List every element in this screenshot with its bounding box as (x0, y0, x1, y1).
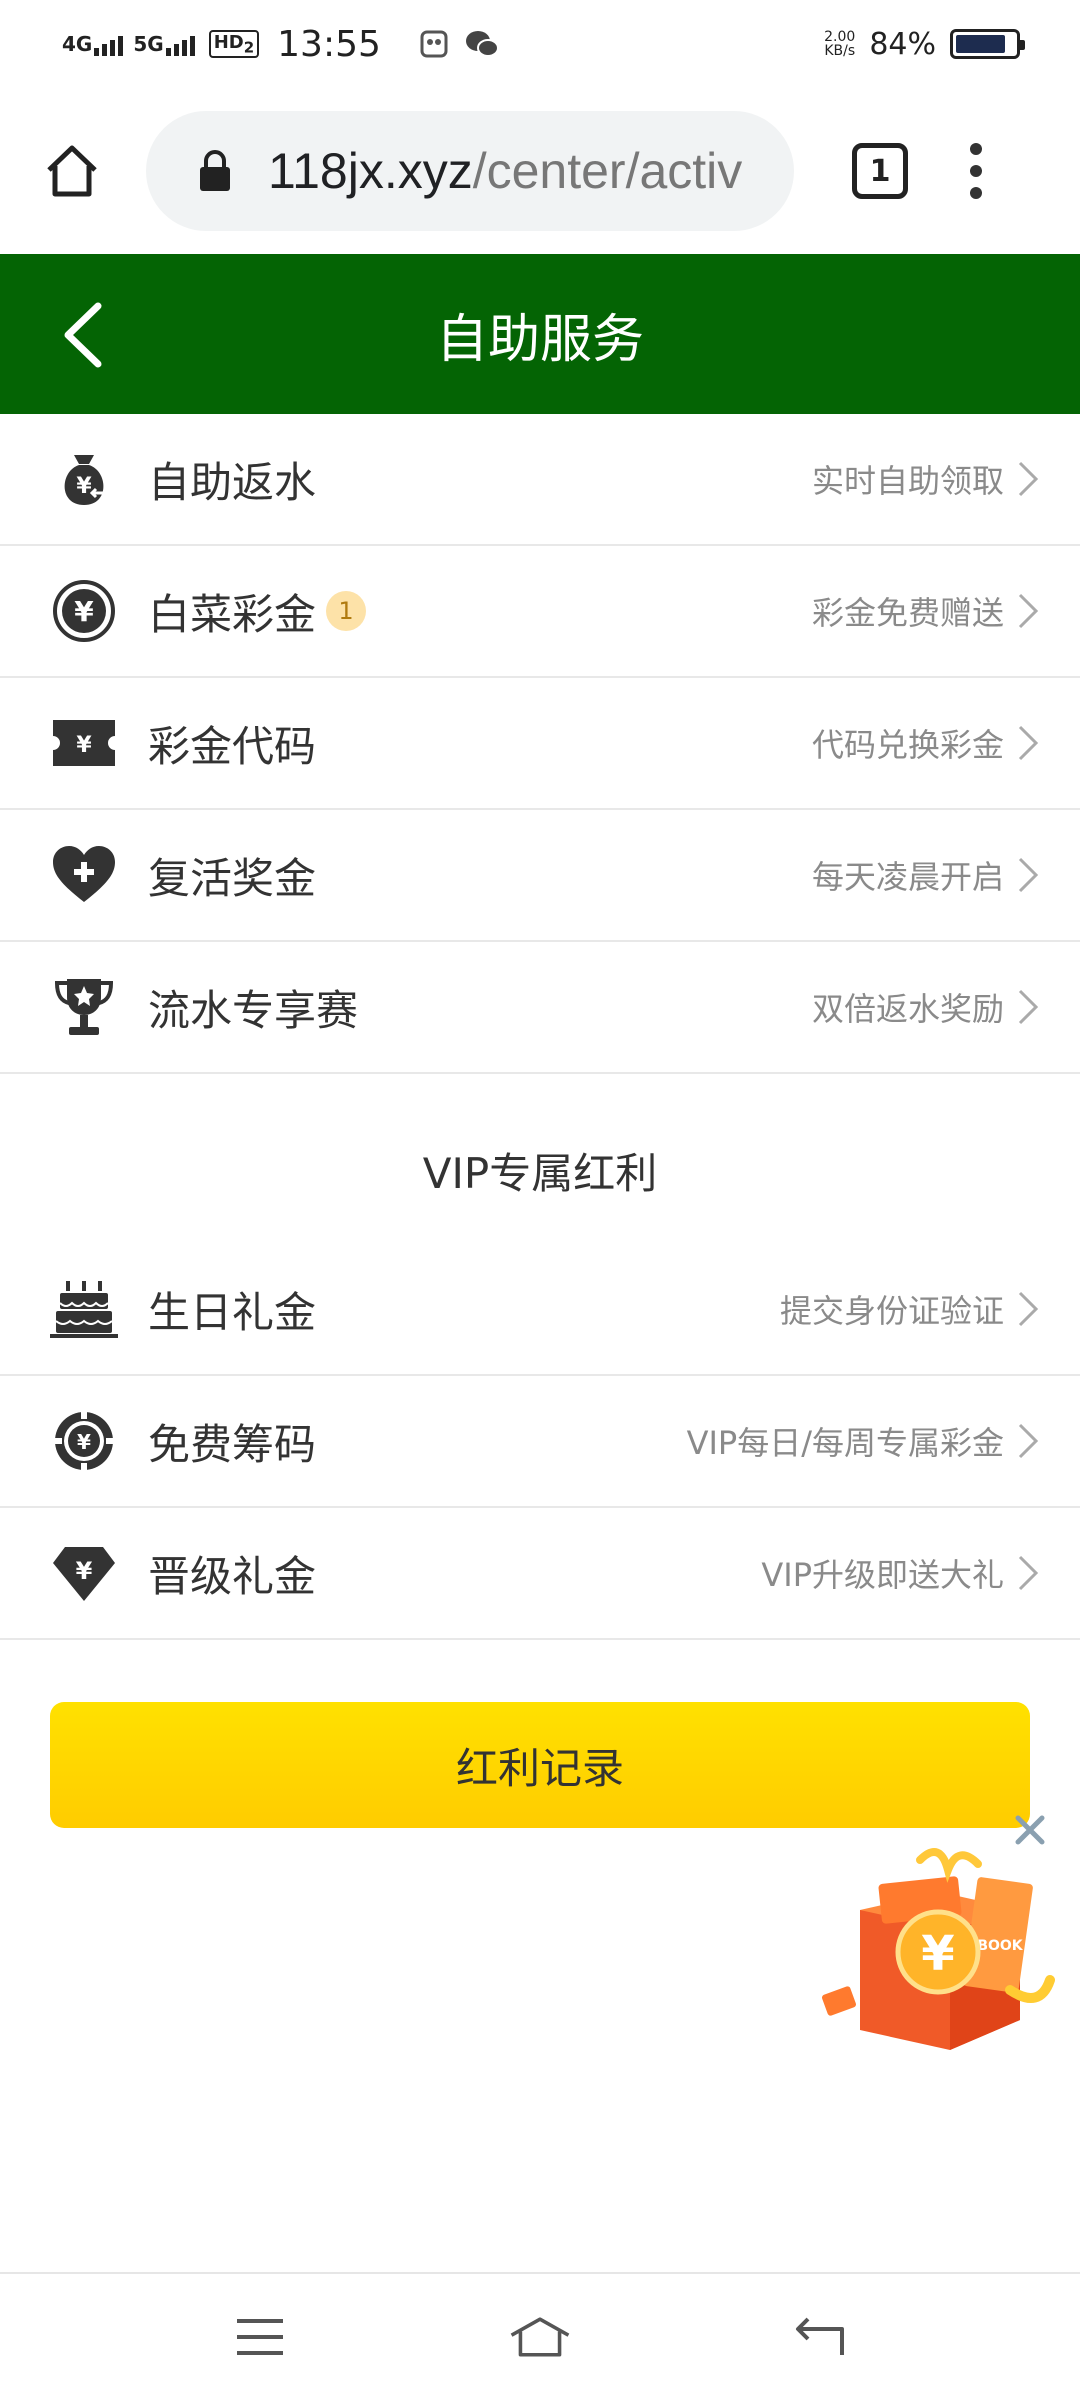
network-type-label: 4G (62, 32, 93, 56)
chevron-right-icon (1018, 1291, 1039, 1327)
ticket-yen-icon: ¥ (48, 707, 120, 779)
chevron-right-icon (1018, 1555, 1039, 1591)
service-label: 自助返水 (148, 457, 317, 507)
hd-voice-icon: HD2 (208, 29, 260, 59)
gift-yen-label: ¥ (921, 1926, 954, 1982)
money-bag-icon: ¥ (48, 443, 120, 515)
service-hint: 实时自助领取 (811, 462, 1004, 500)
service-list: ¥ 自助返水 实时自助领取 ¥ 白菜彩金 1 彩金免费赠送 ¥ 彩金代码 代码兑… (0, 414, 1080, 1640)
service-item-tournament[interactable]: 流水专享赛 双倍返水奖励 (0, 942, 1080, 1074)
browser-home-button[interactable] (40, 139, 104, 203)
svg-text:¥: ¥ (76, 474, 92, 499)
service-hint: 双倍返水奖励 (811, 990, 1004, 1028)
speed-unit: KB/s (824, 43, 856, 59)
recent-apps-button[interactable] (228, 2309, 292, 2365)
chevron-right-icon (1018, 461, 1039, 497)
browser-menu-button[interactable] (970, 143, 982, 199)
chip-yen-icon: ¥ (48, 1405, 120, 1477)
vip-label: 生日礼金 (148, 1287, 317, 1337)
service-item-revive[interactable]: 复活奖金 每天凌晨开启 (0, 810, 1080, 942)
vip-hint: VIP升级即送大礼 (761, 1556, 1004, 1594)
menu-icon (237, 2319, 283, 2355)
status-bar: 4G 5G HD2 13:55 2.00 KB/s 84% (0, 0, 1080, 88)
app-notification-icon (420, 30, 448, 58)
speed-value: 2.00 (824, 29, 856, 45)
vip-label: 免费筹码 (148, 1419, 317, 1469)
signal-bars-icon (94, 32, 124, 56)
vip-item-birthday[interactable]: 生日礼金 提交身份证验证 (0, 1244, 1080, 1376)
url-text: 118jx.xyz/center/activ (268, 142, 742, 200)
chevron-right-icon (1018, 989, 1039, 1025)
signal-bars-icon (165, 32, 195, 56)
chevron-right-icon (1018, 725, 1039, 761)
vip-item-free-chips[interactable]: ¥ 免费筹码 VIP每日/每周专属彩金 (0, 1376, 1080, 1508)
page-header: 自助服务 (0, 254, 1080, 414)
svg-text:¥: ¥ (76, 1557, 93, 1585)
page-title: 自助服务 (435, 309, 644, 370)
chevron-right-icon (1018, 1423, 1039, 1459)
network-type-label: 5G (133, 32, 164, 56)
hd-label: HD (213, 31, 244, 53)
home-nav-button[interactable] (508, 2309, 572, 2365)
vip-list: 生日礼金 提交身份证验证 ¥ 免费筹码 VIP每日/每周专属彩金 ¥ 晋级礼金 … (0, 1244, 1080, 1640)
battery-percent: 84% (869, 26, 936, 62)
service-item-rebate[interactable]: ¥ 自助返水 实时自助领取 (0, 414, 1080, 546)
vip-section-title: VIP专属红利 (422, 1148, 658, 1198)
yen-circle-icon: ¥ (48, 575, 120, 647)
service-label: 流水专享赛 (148, 985, 359, 1035)
vip-hint: VIP每日/每周专属彩金 (686, 1424, 1004, 1462)
system-nav-bar (0, 2272, 1080, 2400)
svg-text:¥: ¥ (76, 733, 92, 758)
service-item-code[interactable]: ¥ 彩金代码 代码兑换彩金 (0, 678, 1080, 810)
heart-plus-icon (48, 839, 120, 911)
vip-item-promotion[interactable]: ¥ 晋级礼金 VIP升级即送大礼 (0, 1508, 1080, 1640)
hd-sub-label: 2 (243, 38, 255, 57)
vip-hint: 提交身份证验证 (779, 1292, 1004, 1330)
trophy-icon (48, 971, 120, 1043)
service-label: 彩金代码 (148, 721, 317, 771)
home-icon (510, 2317, 570, 2357)
chevron-right-icon (1018, 857, 1039, 893)
svg-text:¥: ¥ (77, 1430, 91, 1454)
tab-switcher-button[interactable]: 1 (852, 143, 908, 199)
wechat-icon (465, 31, 499, 57)
menu-dot-icon (970, 187, 982, 199)
gift-box-icon[interactable]: BOOK ¥ (820, 1840, 1060, 2060)
service-label: 复活奖金 (148, 853, 317, 903)
vip-label: 晋级礼金 (148, 1551, 317, 1601)
back-arrow-icon[interactable] (56, 300, 116, 370)
service-hint: 彩金免费赠送 (811, 594, 1004, 632)
back-nav-button[interactable] (788, 2309, 852, 2365)
url-path: /center/activ (472, 143, 743, 199)
service-label: 白菜彩金 (148, 589, 317, 639)
battery-fill (956, 35, 1005, 53)
menu-dot-icon (970, 143, 982, 155)
gift-book-label: BOOK (977, 1938, 1023, 1954)
home-icon (47, 145, 97, 197)
service-hint: 每天凌晨开启 (811, 858, 1004, 896)
bonus-record-button[interactable]: 红利记录 (50, 1702, 1030, 1828)
battery-icon (950, 29, 1025, 59)
count-badge: 1 (326, 591, 367, 631)
signal-5g: 5G (133, 32, 195, 56)
service-item-bonus[interactable]: ¥ 白菜彩金 1 彩金免费赠送 (0, 546, 1080, 678)
signal-4g: 4G (62, 32, 124, 56)
browser-toolbar: 118jx.xyz/center/activ 1 (0, 88, 1080, 254)
back-icon (796, 2317, 844, 2355)
network-speed: 2.00 KB/s (824, 30, 855, 58)
clock: 13:55 (277, 23, 381, 65)
menu-dot-icon (970, 165, 982, 177)
url-host: 118jx.xyz (268, 143, 473, 199)
address-bar[interactable]: 118jx.xyz/center/activ (146, 111, 794, 231)
lock-icon (200, 150, 230, 191)
cake-icon (48, 1273, 120, 1345)
svg-text:¥: ¥ (74, 595, 94, 628)
diamond-yen-icon: ¥ (48, 1537, 120, 1609)
chevron-right-icon (1018, 593, 1039, 629)
service-hint: 代码兑换彩金 (811, 726, 1004, 764)
